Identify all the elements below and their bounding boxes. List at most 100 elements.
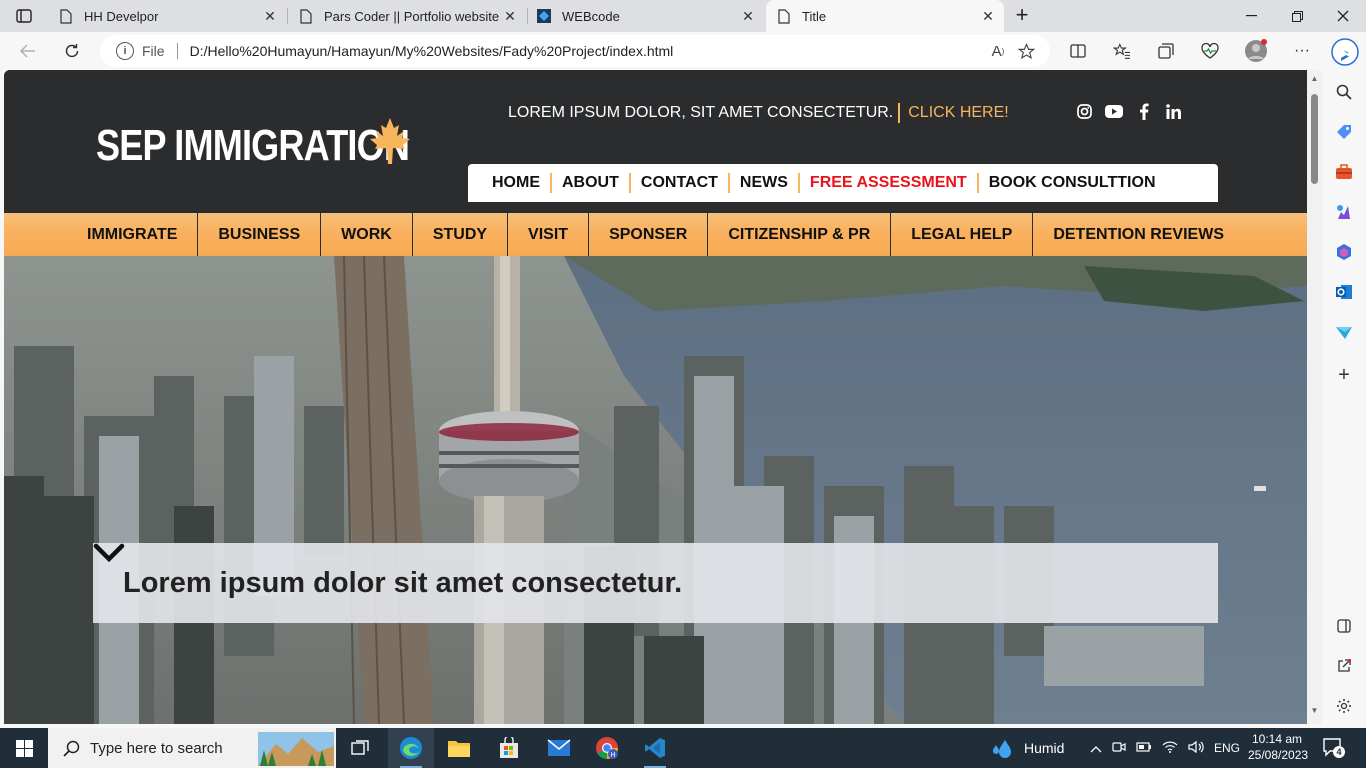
top-announcement: LOREM IPSUM DOLOR, SIT AMET CONSECTETUR.… xyxy=(508,102,1009,124)
show-hidden-icons-chevron-icon[interactable] xyxy=(1090,741,1102,756)
close-icon[interactable]: ✕ xyxy=(978,8,998,25)
scheme-label: File xyxy=(142,43,165,59)
weather-text: Humid xyxy=(1024,740,1065,756)
linkedin-icon[interactable] xyxy=(1165,102,1181,120)
chevron-down-icon[interactable] xyxy=(93,543,1192,598)
webcode-favicon-icon xyxy=(536,8,552,24)
vscode-icon[interactable] xyxy=(632,728,678,768)
site-logo[interactable]: SEP IMMIGRATION xyxy=(96,118,478,170)
external-link-icon[interactable] xyxy=(1332,654,1356,678)
wifi-icon[interactable] xyxy=(1162,741,1178,756)
subnav-legal-help[interactable]: LEGAL HELP xyxy=(891,213,1034,256)
address-bar[interactable]: i File D:/Hello%20Humayun/Hamayun/My%20W… xyxy=(100,35,1050,67)
announcement-divider xyxy=(898,103,901,123)
tab-pars-coder[interactable]: Pars Coder || Portfolio website ✕ xyxy=(288,0,526,32)
tab-title: Pars Coder || Portfolio website xyxy=(324,8,500,24)
notification-center-icon[interactable]: 4 xyxy=(1322,737,1345,759)
microsoft-store-icon[interactable] xyxy=(486,728,532,768)
file-explorer-icon[interactable] xyxy=(436,728,482,768)
taskbar-clock[interactable]: 10:14 am 25/08/2023 xyxy=(1248,731,1308,763)
tab-actions-icon[interactable] xyxy=(10,6,38,26)
subnav-sponser[interactable]: SPONSER xyxy=(589,213,709,256)
add-sidebar-app-icon[interactable]: + xyxy=(1332,363,1356,387)
meet-now-icon[interactable] xyxy=(1112,740,1126,757)
read-aloud-icon[interactable]: A) xyxy=(984,37,1012,65)
new-tab-button[interactable]: + xyxy=(1010,4,1034,28)
page-scrollbar[interactable]: ▲ ▼ xyxy=(1307,70,1322,724)
microsoft-365-icon[interactable] xyxy=(1332,240,1356,264)
nav-home[interactable]: HOME xyxy=(482,173,552,193)
weather-widget[interactable]: Humid xyxy=(992,728,1064,768)
tools-briefcase-icon[interactable] xyxy=(1332,160,1356,184)
system-tray: ENG xyxy=(1090,728,1240,768)
more-menu-icon[interactable]: ··· xyxy=(1288,39,1316,63)
scroll-down-arrow-icon[interactable]: ▼ xyxy=(1309,706,1320,715)
clock-time: 10:14 am xyxy=(1251,732,1303,746)
edge-taskbar-icon[interactable] xyxy=(388,728,434,768)
instagram-icon[interactable] xyxy=(1076,102,1092,120)
notification-count-badge: 4 xyxy=(1333,746,1345,758)
main-navigation: HOME ABOUT CONTACT NEWS FREE ASSESSMENT … xyxy=(468,164,1218,202)
close-icon[interactable]: ✕ xyxy=(260,8,280,25)
click-here-link[interactable]: CLICK HERE! xyxy=(908,104,1008,122)
nav-news[interactable]: NEWS xyxy=(730,173,800,193)
scroll-up-arrow-icon[interactable]: ▲ xyxy=(1309,74,1320,83)
split-screen-icon[interactable] xyxy=(1064,39,1092,63)
language-indicator[interactable]: ENG xyxy=(1214,741,1240,755)
task-view-icon[interactable] xyxy=(338,728,384,768)
mail-icon[interactable] xyxy=(536,728,582,768)
youtube-icon[interactable] xyxy=(1105,102,1123,120)
nav-about[interactable]: ABOUT xyxy=(552,173,631,193)
close-window-button[interactable] xyxy=(1320,0,1366,32)
settings-gear-icon[interactable] xyxy=(1332,694,1356,718)
info-icon[interactable]: i xyxy=(116,42,134,60)
nav-book-consultation[interactable]: BOOK CONSULTTION xyxy=(979,173,1166,193)
tab-title-active[interactable]: Title ✕ xyxy=(766,0,1004,32)
hide-sidebar-icon[interactable] xyxy=(1332,614,1356,638)
favorites-icon[interactable] xyxy=(1108,39,1136,63)
humidity-drop-icon xyxy=(993,740,1011,758)
subnav-visit[interactable]: VISIT xyxy=(508,213,590,256)
subnav-business[interactable]: BUSINESS xyxy=(198,213,322,256)
tab-webcode[interactable]: WEBcode ✕ xyxy=(526,0,764,32)
subnav-study[interactable]: STUDY xyxy=(413,213,509,256)
volume-icon[interactable] xyxy=(1188,740,1204,757)
outlook-icon[interactable] xyxy=(1332,280,1356,304)
subnav-citizenship-pr[interactable]: CITIZENSHIP & PR xyxy=(708,213,892,256)
back-button[interactable] xyxy=(14,39,42,63)
battery-icon[interactable] xyxy=(1136,741,1152,756)
performance-icon[interactable] xyxy=(1196,39,1224,63)
search-placeholder: Type here to search xyxy=(90,739,223,757)
restore-button[interactable] xyxy=(1274,0,1320,32)
drop-send-icon[interactable] xyxy=(1332,320,1356,344)
browser-toolbar: i File D:/Hello%20Humayun/Hamayun/My%20W… xyxy=(0,32,1366,70)
nav-contact[interactable]: CONTACT xyxy=(631,173,730,193)
subnav-immigrate[interactable]: IMMIGRATE xyxy=(67,213,199,256)
subnav-detention-reviews[interactable]: DETENTION REVIEWS xyxy=(1033,213,1244,256)
search-highlight-illustration xyxy=(258,732,334,766)
subnav-work[interactable]: WORK xyxy=(321,213,413,256)
tab-hh-develpor[interactable]: HH Develpor ✕ xyxy=(48,0,286,32)
facebook-icon[interactable] xyxy=(1136,102,1152,120)
nav-free-assessment[interactable]: FREE ASSESSMENT xyxy=(800,173,979,193)
logo-text: SEP IMMIGRATION xyxy=(96,121,410,170)
edge-sidebar: + xyxy=(1322,70,1366,728)
games-icon[interactable] xyxy=(1332,200,1356,224)
search-icon[interactable] xyxy=(1332,80,1356,104)
collections-icon[interactable] xyxy=(1152,39,1180,63)
windows-start-button[interactable] xyxy=(0,728,48,768)
scroll-thumb[interactable] xyxy=(1311,94,1318,184)
hero-card[interactable]: Lorem ipsum dolor sit amet consectetur. xyxy=(93,543,1218,623)
chrome-icon[interactable]: H xyxy=(584,728,630,768)
refresh-button[interactable] xyxy=(58,39,86,63)
profile-avatar[interactable] xyxy=(1242,39,1270,63)
close-icon[interactable]: ✕ xyxy=(738,8,758,25)
shopping-tag-icon[interactable] xyxy=(1332,120,1356,144)
favorite-star-icon[interactable] xyxy=(1012,37,1040,65)
close-icon[interactable]: ✕ xyxy=(500,8,520,25)
bing-copilot-icon[interactable] xyxy=(1330,37,1360,67)
tab-title: HH Develpor xyxy=(84,8,159,24)
minimize-button[interactable] xyxy=(1228,0,1274,32)
url-text[interactable]: D:/Hello%20Humayun/Hamayun/My%20Websites… xyxy=(190,43,984,59)
tab-title: WEBcode xyxy=(562,8,620,24)
